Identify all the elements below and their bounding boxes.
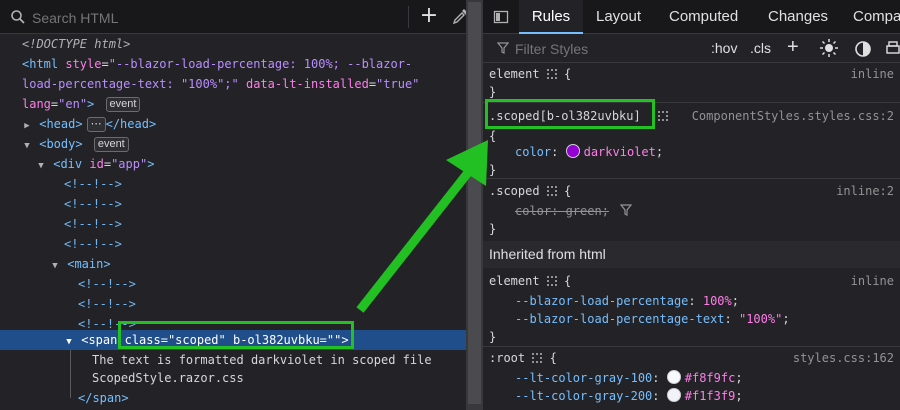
html-lang-attr: lang <box>22 97 51 111</box>
annotation-highlight-markup <box>118 321 354 349</box>
comment-node[interactable]: <!--!--> <box>64 194 122 214</box>
rule-scoped2-declaration[interactable]: color: green; <box>515 201 633 221</box>
div-app-node-line[interactable]: ▼ <div id="app"> <box>36 154 154 174</box>
rule-element2-header: element { <box>489 274 572 288</box>
head-node-line[interactable]: ▶ <head> ⋯ </head> <box>22 114 156 134</box>
rule-scoped-close: } <box>489 163 497 177</box>
html-tag-open: <html <box>22 57 59 71</box>
span-close-line[interactable]: </span> <box>78 388 129 408</box>
splitter-scrollbar[interactable] <box>468 2 481 404</box>
tab-compatibility[interactable]: Compa <box>853 0 900 33</box>
comment-node[interactable]: <!--!--> <box>78 274 136 294</box>
tab-changes[interactable]: Changes <box>768 0 828 33</box>
toolbar-divider <box>408 6 409 28</box>
rule-element2-close: } <box>489 330 497 344</box>
filter-styles-input[interactable] <box>513 39 697 59</box>
html-style-value-1: "--blazor-load-percentage: 100%; --blazo… <box>108 57 413 71</box>
rule-scoped2-close: } <box>489 222 497 236</box>
tab-layout[interactable]: Layout <box>596 0 641 33</box>
sidebar-tabs: Rules Layout Computed Changes Compa <box>483 0 900 34</box>
html-node-line-3[interactable]: lang="en"> event <box>22 94 141 114</box>
grid-icon[interactable] <box>546 186 557 196</box>
rule-scoped2-source[interactable]: inline:2 <box>836 181 894 201</box>
blazor-pct-declaration[interactable]: --blazor-load-percentage: 100%; <box>515 291 739 311</box>
html-lt-attr: data-lt-installed <box>245 77 369 91</box>
tree-guide-line <box>70 350 71 398</box>
color-swatch[interactable] <box>565 144 580 158</box>
rule-divider <box>483 178 900 179</box>
expand-triangle-icon[interactable]: ▶ <box>22 116 32 136</box>
rule-root-header: :root { <box>489 351 557 365</box>
grid-icon[interactable] <box>532 353 543 363</box>
search-icon <box>11 10 25 24</box>
rule-scoped-source[interactable]: ComponentStyles.styles.css:2 <box>692 106 894 126</box>
blazor-pct-text-declaration[interactable]: --blazor-load-percentage-text: "100%"; <box>515 309 790 329</box>
rule-element2-source[interactable]: inline <box>851 271 894 291</box>
markup-toolbar: + <box>0 0 468 34</box>
span-text-line-1[interactable]: The text is formatted darkviolet in scop… <box>92 350 432 370</box>
gray100-declaration[interactable]: --lt-color-gray-100: #f8f9fc; <box>515 368 743 388</box>
search-html-input[interactable] <box>30 8 394 28</box>
rule-scoped-open: { <box>489 129 497 143</box>
body-node-line[interactable]: ▼ <body> event <box>22 134 129 154</box>
html-lt-value: "true" <box>376 77 420 91</box>
gray200-declaration[interactable]: --lt-color-gray-200: #f1f3f9; <box>515 386 743 406</box>
panel-splitter[interactable] <box>466 0 483 410</box>
tab-rules[interactable]: Rules <box>519 0 583 34</box>
head-tag: <head> <box>39 117 83 131</box>
rule-scoped-declaration[interactable]: color: darkviolet; <box>515 142 663 162</box>
color-swatch[interactable] <box>666 370 681 384</box>
comment-node[interactable]: <!--!--> <box>64 234 122 254</box>
inherited-header: Inherited from html <box>483 241 900 268</box>
light-mode-icon[interactable] <box>819 38 839 58</box>
html-node-line-1[interactable]: <html style="--blazor-load-percentage: 1… <box>22 54 412 74</box>
dark-mode-icon[interactable] <box>854 38 872 58</box>
rule-divider <box>483 346 900 347</box>
filter-icon <box>497 42 509 54</box>
html-node-line-2[interactable]: load-percentage-text: "100%";" data-lt-i… <box>22 74 419 94</box>
doctype-text: <!DOCTYPE html> <box>22 37 131 51</box>
grid-icon[interactable] <box>546 69 557 79</box>
html-style-value-2: load-percentage-text: "100%";" <box>22 77 239 91</box>
comment-node[interactable]: <!--!--> <box>78 294 136 314</box>
color-swatch[interactable] <box>666 388 681 402</box>
collapse-triangle-icon[interactable]: ▼ <box>50 256 60 276</box>
collapse-triangle-icon[interactable]: ▼ <box>64 332 74 352</box>
html-lang-value: "en" <box>58 97 88 111</box>
html-style-attr: style <box>65 57 102 71</box>
body-tag: <body> <box>39 137 83 151</box>
body-event-badge[interactable]: event <box>93 137 129 152</box>
main-node-line[interactable]: ▼ <main> <box>50 254 110 276</box>
comment-node[interactable]: <!--!--> <box>64 214 122 234</box>
cls-button[interactable]: .cls <box>750 38 771 58</box>
grid-icon[interactable] <box>657 111 668 121</box>
rules-sidebar: Rules Layout Computed Changes Compa :hov… <box>483 0 900 410</box>
rule-root-source[interactable]: styles.css:162 <box>793 348 894 368</box>
toggle-sidebar-icon[interactable] <box>493 9 509 25</box>
collapse-triangle-icon[interactable]: ▼ <box>22 136 32 156</box>
filter-row: :hov .cls + <box>483 34 900 63</box>
print-icon[interactable] <box>885 38 900 58</box>
rule-element-source[interactable]: inline <box>851 64 894 84</box>
filter-icon[interactable] <box>620 204 633 216</box>
span-text-line-2[interactable]: ScopedStyle.razor.css <box>92 368 244 388</box>
add-node-button[interactable]: + <box>418 5 440 27</box>
head-ellipsis-badge[interactable]: ⋯ <box>86 117 106 132</box>
annotation-highlight-selector <box>485 99 655 129</box>
html-event-badge[interactable]: event <box>105 97 141 112</box>
grid-icon[interactable] <box>546 276 557 286</box>
head-close-tag: </head> <box>105 117 157 131</box>
rule-element-header: element { <box>489 67 572 81</box>
collapse-triangle-icon[interactable]: ▼ <box>36 156 46 176</box>
tab-computed[interactable]: Computed <box>669 0 738 33</box>
rule-scoped2-header: .scoped { <box>489 184 572 198</box>
comment-node[interactable]: <!--!--> <box>64 174 122 194</box>
hov-button[interactable]: :hov <box>711 38 737 58</box>
doctype-line[interactable]: <!DOCTYPE html> <box>22 34 130 54</box>
add-rule-button[interactable]: + <box>787 37 799 58</box>
